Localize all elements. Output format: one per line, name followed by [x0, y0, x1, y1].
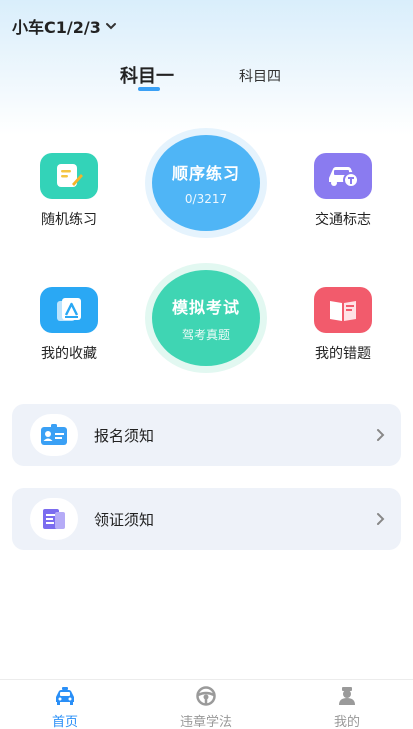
- steering-wheel-icon: [196, 686, 216, 706]
- registration-notice-label: 报名须知: [94, 426, 155, 445]
- mock-exam-title: 模拟考试: [171, 297, 240, 317]
- collection-icon: [57, 298, 81, 321]
- active-tab-indicator: [138, 87, 160, 91]
- book-icon: [330, 301, 356, 321]
- subject-tabs: 科目一 科目四: [0, 62, 413, 96]
- mistakes-button[interactable]: 我的错题: [293, 287, 393, 363]
- registration-icon-wrap: [30, 414, 78, 456]
- favorites-button[interactable]: 我的收藏: [19, 287, 119, 363]
- mistakes-tile: [314, 287, 372, 333]
- tab-subject-four[interactable]: 科目四: [239, 66, 281, 86]
- nav-profile-label: 我的: [333, 715, 360, 729]
- mistakes-label: 我的错题: [315, 346, 371, 362]
- registration-notice-card[interactable]: 报名须知: [12, 404, 401, 466]
- traffic-signs-label: 交通标志: [315, 212, 371, 228]
- license-collection-card[interactable]: 领证须知: [12, 488, 401, 550]
- license-type-selector[interactable]: 小车C1/2/3: [12, 14, 117, 38]
- random-practice-button[interactable]: 随机练习: [19, 153, 119, 229]
- car-sign-icon: [329, 167, 359, 188]
- license-collection-icon-wrap: [30, 498, 78, 540]
- mock-exam-subtitle: 驾考真题: [181, 327, 230, 342]
- chevron-down-icon: [105, 23, 116, 30]
- car-icon: [56, 687, 74, 705]
- document-icon: [43, 509, 65, 529]
- license-type-label: 小车C1/2/3: [12, 18, 101, 37]
- chevron-right-icon: [377, 513, 385, 525]
- chevron-right-icon: [377, 429, 385, 441]
- random-practice-tile: [40, 153, 98, 199]
- bottom-navigation: 首页 违章学法 我的: [0, 679, 413, 729]
- nav-home[interactable]: 首页: [25, 686, 105, 729]
- notepad-icon: [57, 164, 83, 187]
- traffic-signs-button[interactable]: 交通标志: [293, 153, 393, 229]
- tab-subject-one[interactable]: 科目一: [120, 62, 174, 88]
- user-icon: [339, 687, 355, 705]
- random-practice-label: 随机练习: [41, 212, 97, 228]
- nav-violations[interactable]: 违章学法: [166, 686, 246, 729]
- nav-profile[interactable]: 我的: [307, 686, 387, 729]
- sequential-practice-button[interactable]: 顺序练习 0/3217: [152, 135, 260, 231]
- traffic-signs-tile: [314, 153, 372, 199]
- license-collection-label: 领证须知: [94, 510, 155, 529]
- favorites-tile: [40, 287, 98, 333]
- favorites-label: 我的收藏: [41, 346, 97, 362]
- sequential-practice-title: 顺序练习: [171, 164, 240, 183]
- nav-home-label: 首页: [51, 715, 78, 729]
- sequential-practice-progress: 0/3217: [184, 192, 228, 206]
- nav-violations-label: 违章学法: [179, 715, 232, 729]
- id-card-icon: [41, 424, 67, 445]
- mock-exam-button[interactable]: 模拟考试 驾考真题: [152, 270, 260, 366]
